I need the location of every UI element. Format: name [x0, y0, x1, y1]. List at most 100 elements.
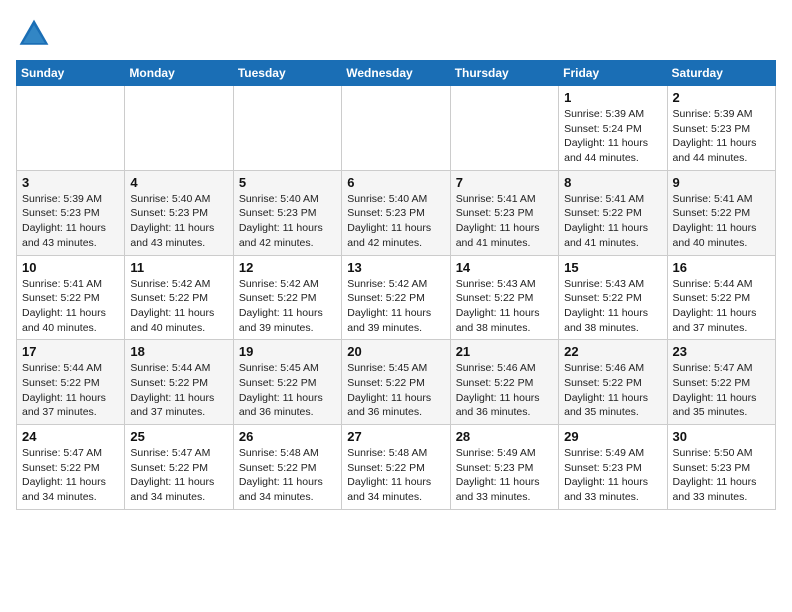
calendar-cell: 9Sunrise: 5:41 AM Sunset: 5:22 PM Daylig… [667, 170, 775, 255]
day-number: 5 [239, 175, 336, 190]
day-number: 15 [564, 260, 661, 275]
day-number: 3 [22, 175, 119, 190]
calendar-cell: 26 Sunrise: 5:48 AM Sunset: 5:22 PM Dayli… [233, 425, 341, 510]
day-number: 8 [564, 175, 661, 190]
calendar-cell: 5 Sunrise: 5:40 AM Sunset: 5:23 PM Daylig… [233, 170, 341, 255]
day-info: Sunrise: 5:40 AM Sunset: 5:23 PM Dayligh… [347, 192, 444, 251]
calendar-cell: 8 Sunrise: 5:41 AM Sunset: 5:22 PM Daylig… [559, 170, 667, 255]
weekday-header: Wednesday [342, 61, 450, 86]
day-number: 30 [673, 429, 770, 444]
day-info: Sunrise: 5:39 AM Sunset: 5:23 PM Dayligh… [22, 192, 119, 251]
calendar-cell [342, 86, 450, 171]
day-number: 20 [347, 344, 444, 359]
calendar-cell: 10Sunrise: 5:41 AM Sunset: 5:22 PM Dayli… [17, 255, 125, 340]
calendar-cell: 16 Sunrise: 5:44 AM Sunset: 5:22 PM Dayli… [667, 255, 775, 340]
day-info: Sunrise: 5:45 AM Sunset: 5:22 PM Dayligh… [239, 361, 336, 420]
day-info: Sunrise: 5:41 AM Sunset: 5:23 PM Dayligh… [456, 192, 553, 251]
day-info: Sunrise: 5:50 AM Sunset: 5:23 PM Dayligh… [673, 446, 770, 505]
calendar-cell: 1 Sunrise: 5:39 AM Sunset: 5:24 PM Daylig… [559, 86, 667, 171]
day-info: Sunrise: 5:43 AM Sunset: 5:22 PM Dayligh… [564, 277, 661, 336]
day-number: 24 [22, 429, 119, 444]
day-number: 22 [564, 344, 661, 359]
day-number: 16 [673, 260, 770, 275]
day-info: Sunrise: 5:41 AM Sunset: 5:22 PM Dayligh… [22, 277, 119, 336]
calendar-cell: 7 Sunrise: 5:41 AM Sunset: 5:23 PM Daylig… [450, 170, 558, 255]
day-number: 13 [347, 260, 444, 275]
day-info: Sunrise: 5:40 AM Sunset: 5:23 PM Dayligh… [239, 192, 336, 251]
calendar-cell: 18Sunrise: 5:44 AM Sunset: 5:22 PM Dayli… [125, 340, 233, 425]
day-info: Sunrise: 5:48 AM Sunset: 5:22 PM Dayligh… [239, 446, 336, 505]
calendar-cell: 25Sunrise: 5:47 AM Sunset: 5:22 PM Dayli… [125, 425, 233, 510]
day-info: Sunrise: 5:45 AM Sunset: 5:22 PM Dayligh… [347, 361, 444, 420]
day-info: Sunrise: 5:42 AM Sunset: 5:22 PM Dayligh… [239, 277, 336, 336]
day-info: Sunrise: 5:42 AM Sunset: 5:22 PM Dayligh… [347, 277, 444, 336]
day-info: Sunrise: 5:43 AM Sunset: 5:22 PM Dayligh… [456, 277, 553, 336]
day-info: Sunrise: 5:47 AM Sunset: 5:22 PM Dayligh… [130, 446, 227, 505]
day-info: Sunrise: 5:39 AM Sunset: 5:24 PM Dayligh… [564, 107, 661, 166]
day-info: Sunrise: 5:47 AM Sunset: 5:22 PM Dayligh… [673, 361, 770, 420]
page-header [16, 16, 776, 52]
calendar-cell: 29 Sunrise: 5:49 AM Sunset: 5:23 PM Dayli… [559, 425, 667, 510]
day-number: 21 [456, 344, 553, 359]
day-number: 28 [456, 429, 553, 444]
day-number: 4 [130, 175, 227, 190]
day-info: Sunrise: 5:49 AM Sunset: 5:23 PM Dayligh… [564, 446, 661, 505]
day-info: Sunrise: 5:41 AM Sunset: 5:22 PM Dayligh… [673, 192, 770, 251]
calendar-cell: 22 Sunrise: 5:46 AM Sunset: 5:22 PM Dayli… [559, 340, 667, 425]
logo [16, 16, 56, 52]
day-info: Sunrise: 5:44 AM Sunset: 5:22 PM Dayligh… [130, 361, 227, 420]
day-number: 26 [239, 429, 336, 444]
calendar-cell: 23Sunrise: 5:47 AM Sunset: 5:22 PM Dayli… [667, 340, 775, 425]
calendar-week-row: 3 Sunrise: 5:39 AM Sunset: 5:23 PM Daylig… [17, 170, 776, 255]
day-number: 19 [239, 344, 336, 359]
day-info: Sunrise: 5:42 AM Sunset: 5:22 PM Dayligh… [130, 277, 227, 336]
weekday-header: Saturday [667, 61, 775, 86]
day-info: Sunrise: 5:39 AM Sunset: 5:23 PM Dayligh… [673, 107, 770, 166]
calendar-cell: 28 Sunrise: 5:49 AM Sunset: 5:23 PM Dayli… [450, 425, 558, 510]
calendar-cell: 13 Sunrise: 5:42 AM Sunset: 5:22 PM Dayli… [342, 255, 450, 340]
calendar-cell: 3 Sunrise: 5:39 AM Sunset: 5:23 PM Daylig… [17, 170, 125, 255]
day-number: 7 [456, 175, 553, 190]
calendar-table: SundayMondayTuesdayWednesdayThursdayFrid… [16, 60, 776, 510]
day-info: Sunrise: 5:47 AM Sunset: 5:22 PM Dayligh… [22, 446, 119, 505]
calendar-cell [17, 86, 125, 171]
calendar-cell: 11 Sunrise: 5:42 AM Sunset: 5:22 PM Dayli… [125, 255, 233, 340]
calendar-cell: 27Sunrise: 5:48 AM Sunset: 5:22 PM Dayli… [342, 425, 450, 510]
day-info: Sunrise: 5:41 AM Sunset: 5:22 PM Dayligh… [564, 192, 661, 251]
calendar-cell: 24 Sunrise: 5:47 AM Sunset: 5:22 PM Dayli… [17, 425, 125, 510]
calendar-cell: 20 Sunrise: 5:45 AM Sunset: 5:22 PM Dayli… [342, 340, 450, 425]
calendar-week-row: 17 Sunrise: 5:44 AM Sunset: 5:22 PM Dayli… [17, 340, 776, 425]
day-number: 17 [22, 344, 119, 359]
calendar-cell: 12 Sunrise: 5:42 AM Sunset: 5:22 PM Dayli… [233, 255, 341, 340]
calendar-header-row: SundayMondayTuesdayWednesdayThursdayFrid… [17, 61, 776, 86]
day-number: 29 [564, 429, 661, 444]
day-number: 2 [673, 90, 770, 105]
weekday-header: Monday [125, 61, 233, 86]
day-info: Sunrise: 5:44 AM Sunset: 5:22 PM Dayligh… [673, 277, 770, 336]
calendar-cell [233, 86, 341, 171]
weekday-header: Tuesday [233, 61, 341, 86]
calendar-cell [125, 86, 233, 171]
day-number: 11 [130, 260, 227, 275]
logo-icon [16, 16, 52, 52]
weekday-header: Thursday [450, 61, 558, 86]
calendar-week-row: 10Sunrise: 5:41 AM Sunset: 5:22 PM Dayli… [17, 255, 776, 340]
day-number: 12 [239, 260, 336, 275]
calendar-cell: 2 Sunrise: 5:39 AM Sunset: 5:23 PM Daylig… [667, 86, 775, 171]
calendar-cell: 6Sunrise: 5:40 AM Sunset: 5:23 PM Daylig… [342, 170, 450, 255]
day-number: 14 [456, 260, 553, 275]
day-info: Sunrise: 5:40 AM Sunset: 5:23 PM Dayligh… [130, 192, 227, 251]
day-number: 1 [564, 90, 661, 105]
calendar-cell: 21Sunrise: 5:46 AM Sunset: 5:22 PM Dayli… [450, 340, 558, 425]
calendar-cell: 30 Sunrise: 5:50 AM Sunset: 5:23 PM Dayli… [667, 425, 775, 510]
calendar-cell: 15 Sunrise: 5:43 AM Sunset: 5:22 PM Dayli… [559, 255, 667, 340]
calendar-cell [450, 86, 558, 171]
calendar-week-row: 24 Sunrise: 5:47 AM Sunset: 5:22 PM Dayli… [17, 425, 776, 510]
day-info: Sunrise: 5:48 AM Sunset: 5:22 PM Dayligh… [347, 446, 444, 505]
calendar-week-row: 1 Sunrise: 5:39 AM Sunset: 5:24 PM Daylig… [17, 86, 776, 171]
day-info: Sunrise: 5:46 AM Sunset: 5:22 PM Dayligh… [564, 361, 661, 420]
calendar-cell: 14 Sunrise: 5:43 AM Sunset: 5:22 PM Dayli… [450, 255, 558, 340]
day-info: Sunrise: 5:49 AM Sunset: 5:23 PM Dayligh… [456, 446, 553, 505]
calendar-cell: 17 Sunrise: 5:44 AM Sunset: 5:22 PM Dayli… [17, 340, 125, 425]
day-info: Sunrise: 5:44 AM Sunset: 5:22 PM Dayligh… [22, 361, 119, 420]
